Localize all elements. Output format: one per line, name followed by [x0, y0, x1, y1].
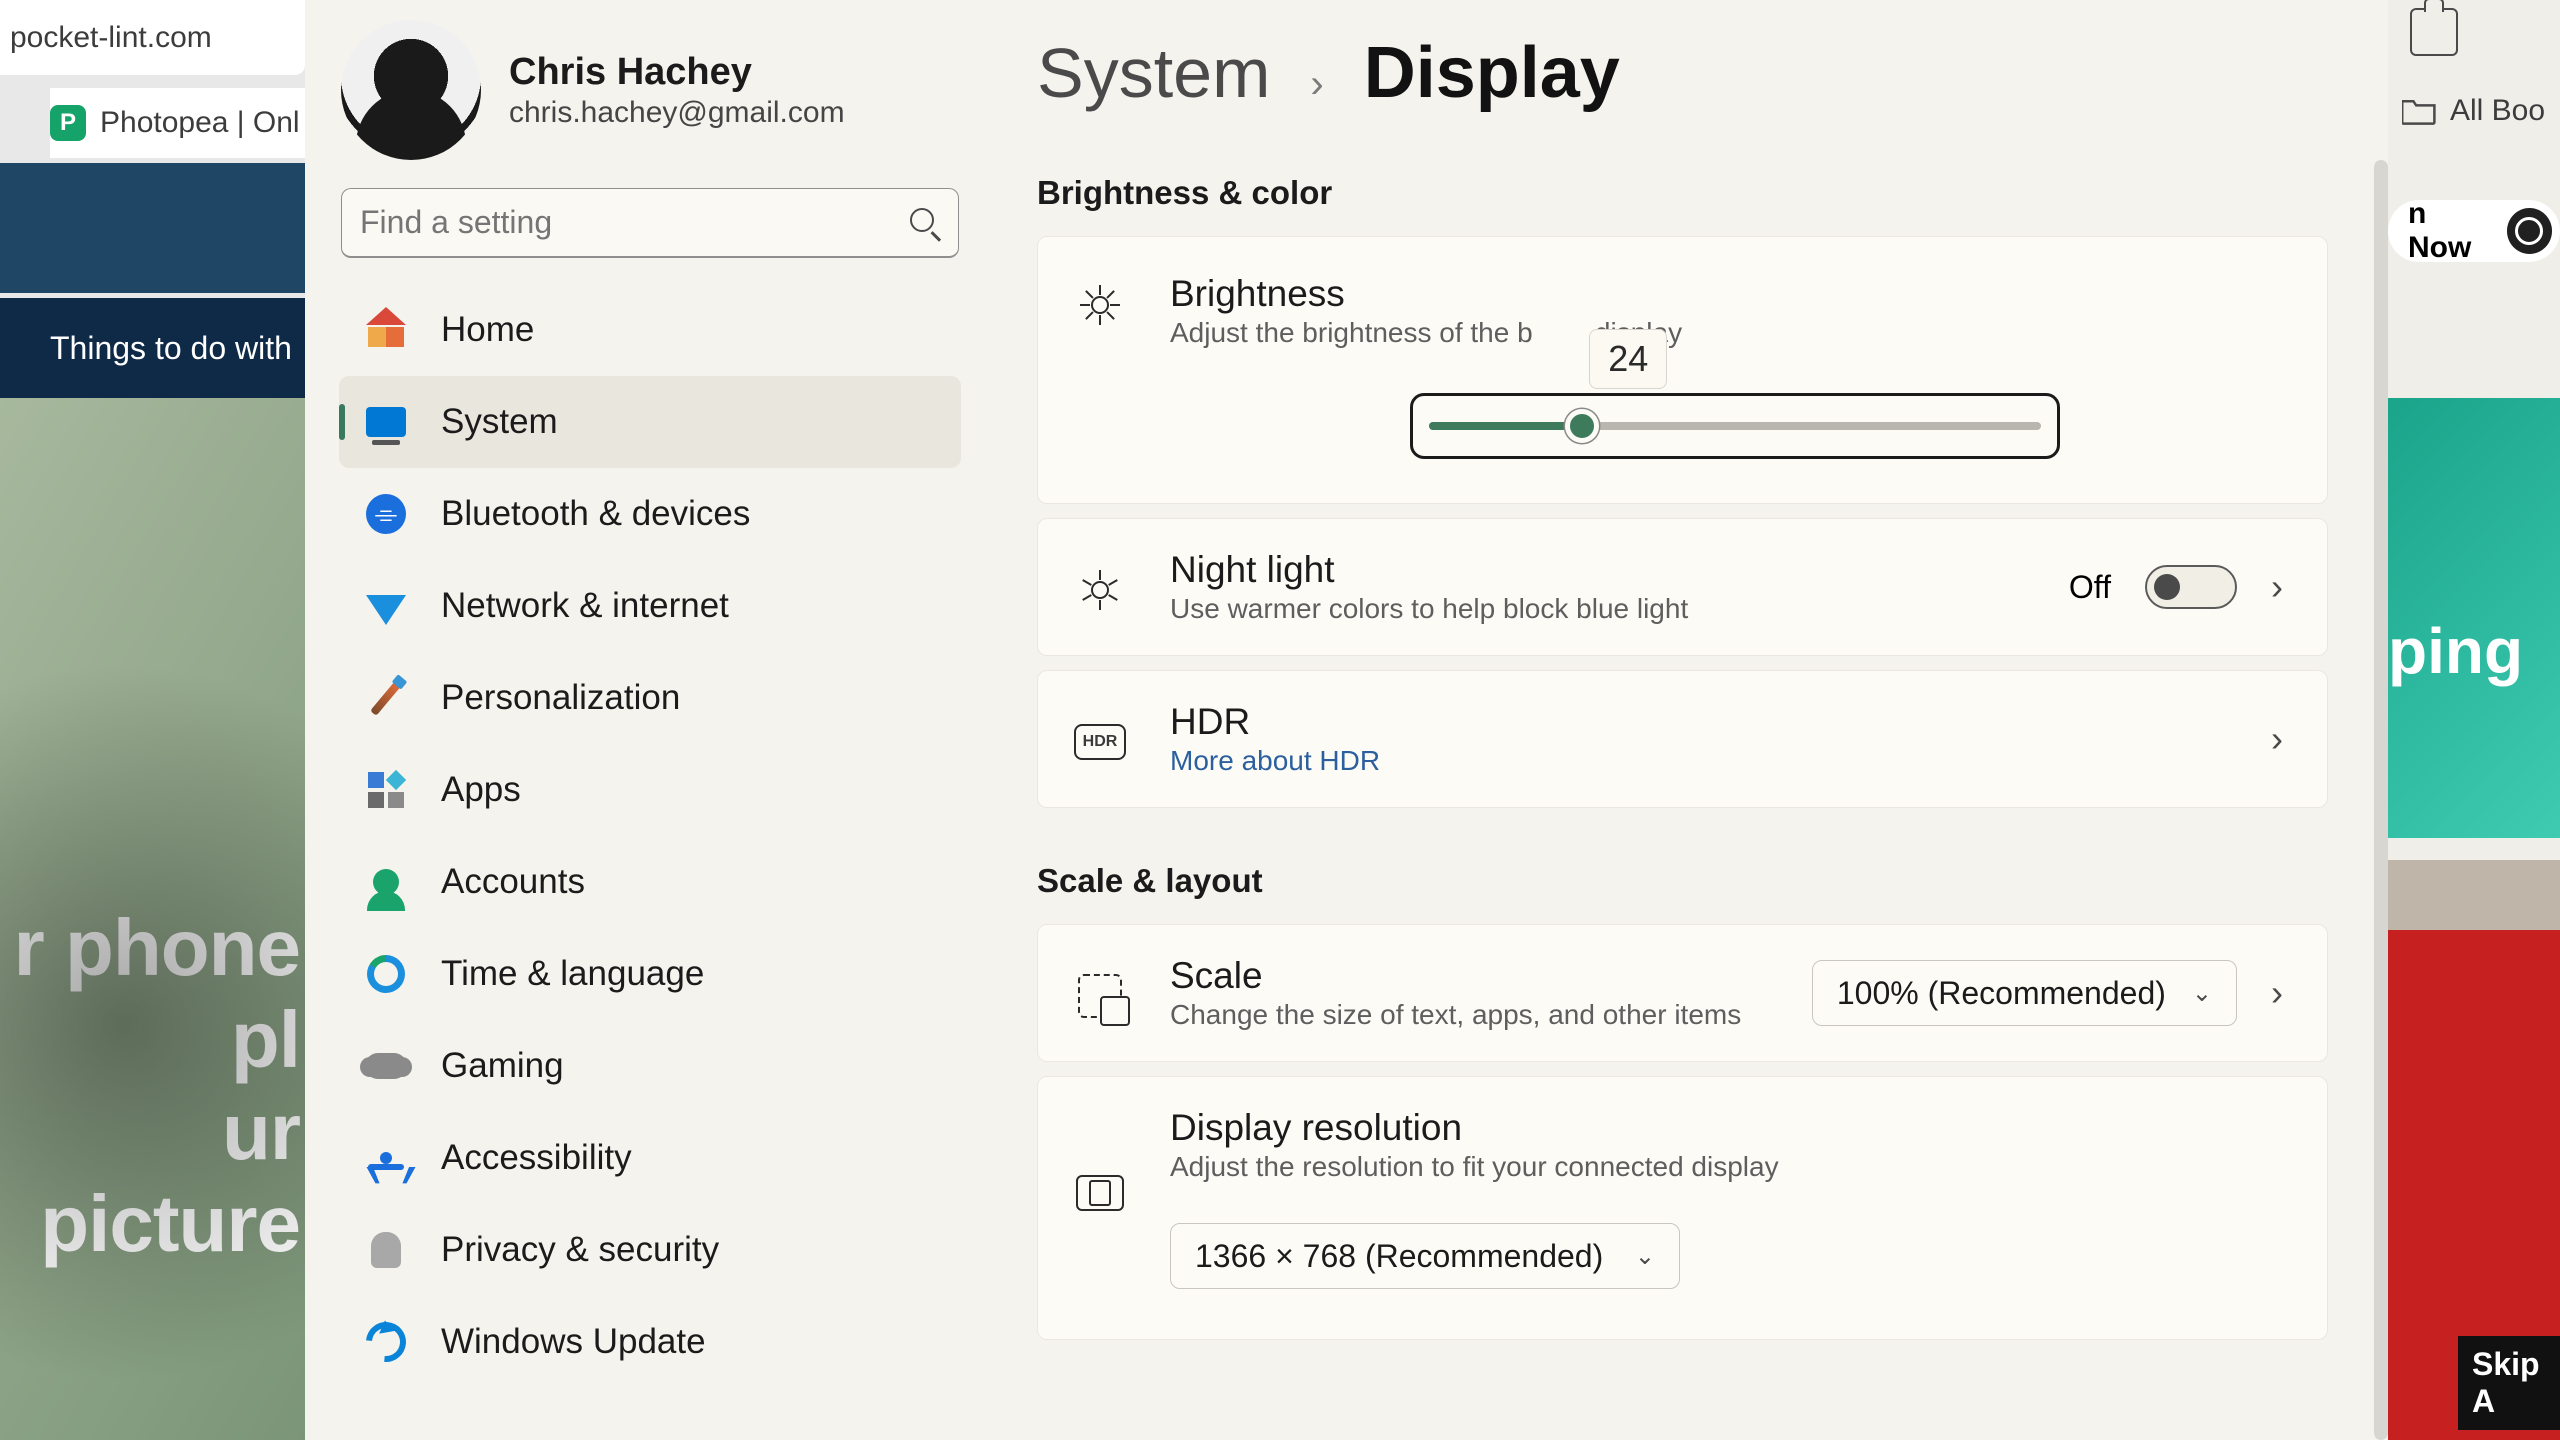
brush-icon: [365, 677, 407, 719]
chevron-right-icon: ›: [2271, 972, 2283, 1014]
folder-icon: [2402, 97, 2436, 125]
wifi-icon: [365, 585, 407, 627]
nav-network[interactable]: Network & internet: [339, 560, 961, 652]
nav-time-language[interactable]: Time & language: [339, 928, 961, 1020]
settings-sidebar: Chris Hachey chris.hachey@gmail.com Home…: [305, 0, 985, 1440]
scale-title: Scale: [1170, 955, 1768, 997]
extension-icon[interactable]: [2410, 8, 2458, 56]
chevron-down-icon: ⌄: [1635, 1242, 1655, 1271]
resolution-card: Display resolution Adjust the resolution…: [1037, 1076, 2328, 1340]
group-scale-layout: Scale & layout: [1037, 862, 2328, 900]
clock-globe-icon: [365, 953, 407, 995]
night-light-desc: Use warmer colors to help block blue lig…: [1170, 593, 2025, 625]
resolution-icon: [1074, 1167, 1126, 1219]
nav-accessibility[interactable]: Accessibility: [339, 1112, 961, 1204]
scale-dropdown[interactable]: 100% (Recommended) ⌄: [1812, 960, 2237, 1026]
nav-windows-update[interactable]: Windows Update: [339, 1296, 961, 1388]
nav-bluetooth[interactable]: ⌯ Bluetooth & devices: [339, 468, 961, 560]
chevron-right-icon: ›: [2271, 718, 2283, 760]
apps-icon: [365, 769, 407, 811]
site-header-strip: [0, 163, 305, 293]
settings-window: Chris Hachey chris.hachey@gmail.com Home…: [305, 0, 2388, 1440]
avatar-icon: [2507, 208, 2552, 254]
side-image-1: ping: [2388, 398, 2560, 838]
resolution-dropdown[interactable]: 1366 × 768 (Recommended) ⌄: [1170, 1223, 1680, 1289]
brightness-value-tooltip: 24: [1589, 329, 1667, 389]
hero-text: r phone pl ur picture: [0, 902, 305, 1270]
night-light-card[interactable]: Night light Use warmer colors to help bl…: [1037, 518, 2328, 656]
brightness-card: Brightness Adjust the brightness of the …: [1037, 236, 2328, 504]
scale-desc: Change the size of text, apps, and other…: [1170, 999, 1768, 1031]
night-light-state: Off: [2069, 569, 2111, 606]
breadcrumb-system[interactable]: System: [1037, 33, 1270, 113]
update-icon: [365, 1321, 407, 1363]
user-email: chris.hachey@gmail.com: [509, 96, 845, 130]
brightness-title: Brightness: [1170, 273, 2283, 315]
side-image-2: [2388, 860, 2560, 930]
bookmark-photopea[interactable]: P Photopea | Onl: [50, 88, 305, 158]
brightness-slider[interactable]: [1410, 393, 2060, 459]
hdr-card[interactable]: HDR HDR More about HDR ›: [1037, 670, 2328, 808]
skip-ad-button[interactable]: Skip A: [2458, 1336, 2560, 1430]
night-light-title: Night light: [1170, 549, 2025, 591]
breadcrumb: System › Display: [1037, 32, 2328, 114]
address-bar-fragment: pocket-lint.com: [0, 0, 305, 75]
chevron-down-icon: ⌄: [2192, 979, 2212, 1008]
nav-accounts[interactable]: Accounts: [339, 836, 961, 928]
signin-now-button[interactable]: n Now: [2388, 200, 2560, 262]
scale-icon: [1074, 970, 1126, 1022]
user-name: Chris Hachey: [509, 51, 845, 94]
browser-right-strip: All Boo n Now ping Skip A: [2388, 0, 2560, 1440]
hdr-title: HDR: [1170, 701, 2227, 743]
search-input[interactable]: [360, 204, 910, 241]
nav-privacy[interactable]: Privacy & security: [339, 1204, 961, 1296]
gamepad-icon: [365, 1045, 407, 1087]
person-icon: [365, 861, 407, 903]
user-avatar: [341, 20, 481, 160]
site-banner: Things to do with: [0, 298, 305, 398]
slider-thumb[interactable]: [1565, 409, 1599, 443]
settings-search[interactable]: [341, 188, 959, 258]
home-icon: [365, 309, 407, 351]
night-light-icon: [1074, 564, 1126, 616]
hdr-more-link[interactable]: More about HDR: [1170, 745, 1380, 776]
nav-personalization[interactable]: Personalization: [339, 652, 961, 744]
accessibility-icon: [365, 1137, 407, 1179]
system-icon: [365, 401, 407, 443]
bookmark-all[interactable]: All Boo: [2402, 94, 2545, 128]
group-brightness-color: Brightness & color: [1037, 174, 2328, 212]
resolution-desc: Adjust the resolution to fit your connec…: [1170, 1151, 2283, 1183]
search-icon: [910, 208, 940, 238]
bookmark-label: Photopea | Onl: [100, 106, 300, 140]
photopea-icon: P: [50, 105, 86, 141]
sun-icon: [1074, 279, 1126, 331]
nav-apps[interactable]: Apps: [339, 744, 961, 836]
chevron-right-icon: ›: [2271, 566, 2283, 608]
hdr-icon: HDR: [1074, 716, 1126, 768]
night-light-toggle[interactable]: [2145, 565, 2237, 609]
nav-gaming[interactable]: Gaming: [339, 1020, 961, 1112]
nav-home[interactable]: Home: [339, 284, 961, 376]
resolution-title: Display resolution: [1170, 1107, 2283, 1149]
bluetooth-icon: ⌯: [365, 493, 407, 535]
side-image-3: Skip A: [2388, 930, 2560, 1440]
hero-image: r phone pl ur picture: [0, 398, 305, 1440]
chevron-right-icon: ›: [1310, 62, 1323, 107]
shield-icon: [365, 1229, 407, 1271]
brightness-desc: Adjust the brightness of the b display: [1170, 317, 2283, 349]
settings-main: System › Display Brightness & color B: [985, 0, 2388, 1440]
breadcrumb-display: Display: [1364, 32, 1620, 114]
scale-card[interactable]: Scale Change the size of text, apps, and…: [1037, 924, 2328, 1062]
account-header[interactable]: Chris Hachey chris.hachey@gmail.com: [333, 6, 967, 184]
nav-system[interactable]: System: [339, 376, 961, 468]
